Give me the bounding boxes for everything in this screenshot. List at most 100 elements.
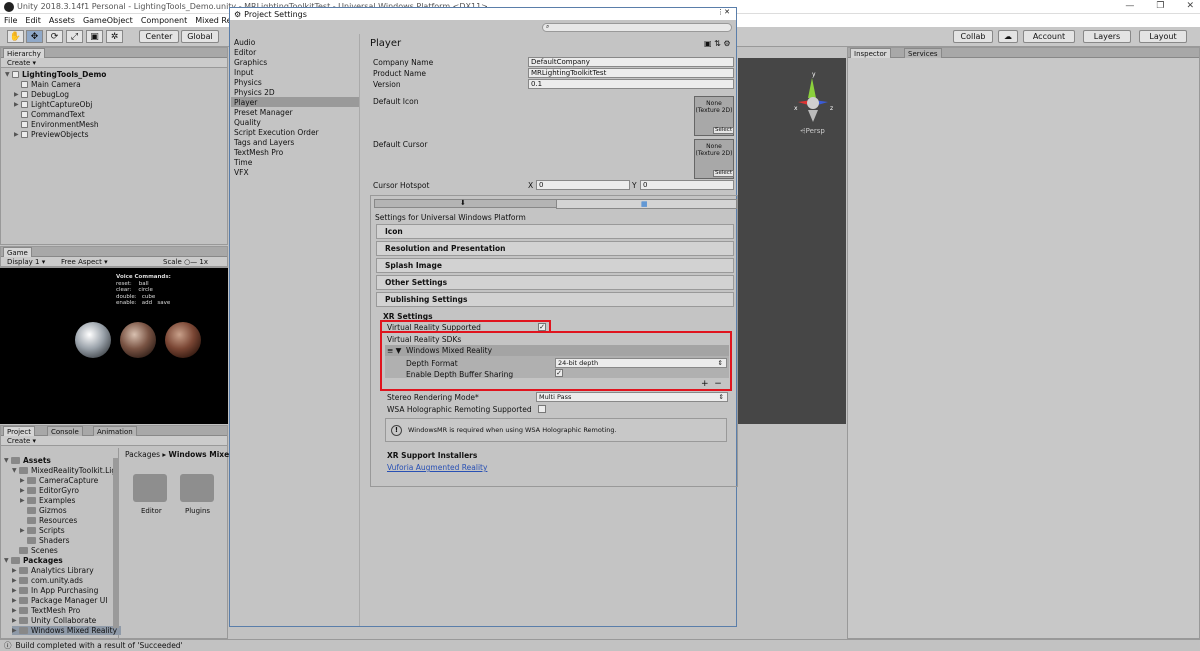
hierarchy-item[interactable]: ▶ DebugLog (14, 90, 69, 99)
section-splash-image[interactable]: Splash Image (376, 258, 734, 273)
project-folder[interactable]: Resources (20, 516, 77, 525)
help-settings-icons[interactable]: ▣ ⇅ ⚙ (704, 39, 731, 48)
remoting-checkbox[interactable] (538, 405, 546, 413)
scene-gizmo-icon[interactable]: y x z (738, 58, 846, 148)
assets-root[interactable]: ▼ Assets (4, 456, 51, 465)
project-folder[interactable]: ▶ Scripts (20, 526, 65, 535)
display-dropdown[interactable]: Display 1 ▾ (5, 258, 47, 266)
hotspot-y-field[interactable]: 0 (640, 180, 734, 190)
persp-label[interactable]: ⩤Persp (800, 127, 825, 136)
window-menu-icon[interactable]: ⋮✕ (717, 8, 730, 16)
pivot-center-button[interactable]: Center (139, 30, 179, 43)
rotate-tool-icon[interactable]: ⟳ (46, 30, 63, 43)
default-cursor-select-button[interactable]: Select (713, 170, 734, 177)
console-tab[interactable]: Console (47, 426, 83, 436)
inspector-tab[interactable]: Inspector (850, 48, 891, 58)
breadcrumb-packages[interactable]: Packages (125, 450, 160, 459)
scale-tool-icon[interactable]: ⤢ (66, 30, 83, 43)
cloud-icon[interactable]: ☁ (998, 30, 1018, 43)
uwp-platform-tab[interactable]: ▦ (556, 199, 737, 209)
menu-gameobject[interactable]: GameObject (83, 16, 133, 25)
category-script-execution-order[interactable]: Script Execution Order (234, 127, 319, 137)
services-tab[interactable]: Services (904, 48, 942, 58)
status-text[interactable]: Build completed with a result of 'Succee… (16, 641, 183, 650)
project-folder[interactable]: ▼ MixedRealityToolkit.Lig (12, 466, 116, 475)
move-tool-icon[interactable]: ✥ (26, 30, 43, 43)
hierarchy-item[interactable]: ▶ LightCaptureObj (14, 100, 92, 109)
category-quality[interactable]: Quality (234, 117, 261, 127)
hierarchy-item[interactable]: EnvironmentMesh (14, 120, 99, 129)
default-icon-select-button[interactable]: Select (713, 127, 734, 134)
animation-tab[interactable]: Animation (93, 426, 137, 436)
menu-file[interactable]: File (4, 16, 17, 25)
company-name-field[interactable]: DefaultCompany (528, 57, 734, 67)
category-physics-2d[interactable]: Physics 2D (234, 87, 275, 97)
category-player[interactable]: Player (231, 97, 359, 107)
category-graphics[interactable]: Graphics (234, 57, 267, 67)
project-folder[interactable]: ▶ Examples (20, 496, 75, 505)
scale-slider[interactable]: Scale ○— 1x (161, 258, 210, 266)
product-name-field[interactable]: MRLightingToolkitTest (528, 68, 734, 78)
section-icon[interactable]: Icon (376, 224, 734, 239)
project-create-dropdown[interactable]: Create ▾ (5, 437, 38, 445)
menu-assets[interactable]: Assets (49, 16, 75, 25)
pivot-global-button[interactable]: Global (181, 30, 219, 43)
maximize-icon[interactable]: ❐ (1156, 1, 1164, 11)
section-other-settings[interactable]: Other Settings (376, 275, 734, 290)
settings-search-input[interactable]: ⌕ (542, 23, 732, 32)
scene-view[interactable]: y x z ⩤Persp (738, 58, 846, 424)
project-tab[interactable]: Project (3, 426, 35, 436)
hierarchy-create-dropdown[interactable]: Create ▾ (5, 59, 38, 67)
section-resolution[interactable]: Resolution and Presentation (376, 241, 734, 256)
project-folder[interactable]: Gizmos (20, 506, 67, 515)
scene-root[interactable]: ▼ LightingTools_Demo (5, 70, 106, 79)
package-folder[interactable]: ▶ com.unity.ads (12, 576, 83, 585)
project-folder[interactable]: Shaders (20, 536, 69, 545)
collab-button[interactable]: Collab (953, 30, 993, 43)
category-editor[interactable]: Editor (234, 47, 256, 57)
hierarchy-tab[interactable]: Hierarchy (3, 48, 45, 58)
rect-tool-icon[interactable]: ▣ (86, 30, 103, 43)
hotspot-x-field[interactable]: 0 (536, 180, 630, 190)
package-folder[interactable]: ▶ Package Manager UI (12, 596, 107, 605)
category-input[interactable]: Input (234, 67, 253, 77)
game-tab[interactable]: Game (3, 247, 32, 257)
folder-icon[interactable] (180, 474, 214, 502)
section-publishing-settings[interactable]: Publishing Settings (376, 292, 734, 307)
layers-dropdown[interactable]: Layers (1083, 30, 1131, 43)
category-preset-manager[interactable]: Preset Manager (234, 107, 293, 117)
category-textmesh-pro[interactable]: TextMesh Pro (234, 147, 283, 157)
vuforia-link[interactable]: Vuforia Augmented Reality (387, 463, 487, 472)
project-folder[interactable]: Scenes (12, 546, 58, 555)
packages-root[interactable]: ▼ Packages (4, 556, 63, 565)
breadcrumb-current[interactable]: Windows Mixed (169, 450, 235, 459)
menu-component[interactable]: Component (141, 16, 187, 25)
aspect-dropdown[interactable]: Free Aspect ▾ (59, 258, 110, 266)
layout-dropdown[interactable]: Layout (1139, 30, 1187, 43)
package-folder-selected[interactable]: ▶ Windows Mixed Reality (12, 626, 122, 635)
account-dropdown[interactable]: Account (1023, 30, 1075, 43)
version-field[interactable]: 0.1 (528, 79, 734, 89)
hierarchy-item[interactable]: Main Camera (14, 80, 81, 89)
folder-icon[interactable] (133, 474, 167, 502)
package-folder[interactable]: ▶ Analytics Library (12, 566, 94, 575)
package-folder[interactable]: ▶ In App Purchasing (12, 586, 98, 595)
project-folder[interactable]: ▶ EditorGyro (20, 486, 79, 495)
hierarchy-item[interactable]: CommandText (14, 110, 85, 119)
close-icon[interactable]: ✕ (1186, 1, 1194, 11)
game-view[interactable]: Voice Commands: reset: ball clear: circl… (0, 268, 228, 424)
transform-tool-icon[interactable]: ✲ (106, 30, 123, 43)
standalone-download-icon[interactable]: ⬇ (460, 199, 466, 207)
category-vfx[interactable]: VFX (234, 167, 249, 177)
package-folder[interactable]: ▶ Unity Collaborate (12, 616, 96, 625)
category-audio[interactable]: Audio (234, 37, 255, 47)
project-tree-scrollbar[interactable] (113, 458, 119, 628)
package-folder[interactable]: ▶ TextMesh Pro (12, 606, 80, 615)
category-physics[interactable]: Physics (234, 77, 262, 87)
project-folder[interactable]: ▶ CameraCapture (20, 476, 98, 485)
menu-edit[interactable]: Edit (25, 16, 41, 25)
category-tags-and-layers[interactable]: Tags and Layers (234, 137, 294, 147)
hierarchy-item[interactable]: ▶ PreviewObjects (14, 130, 89, 139)
default-icon-picker[interactable]: None (Texture 2D) Select (694, 96, 734, 136)
category-time[interactable]: Time (234, 157, 252, 167)
